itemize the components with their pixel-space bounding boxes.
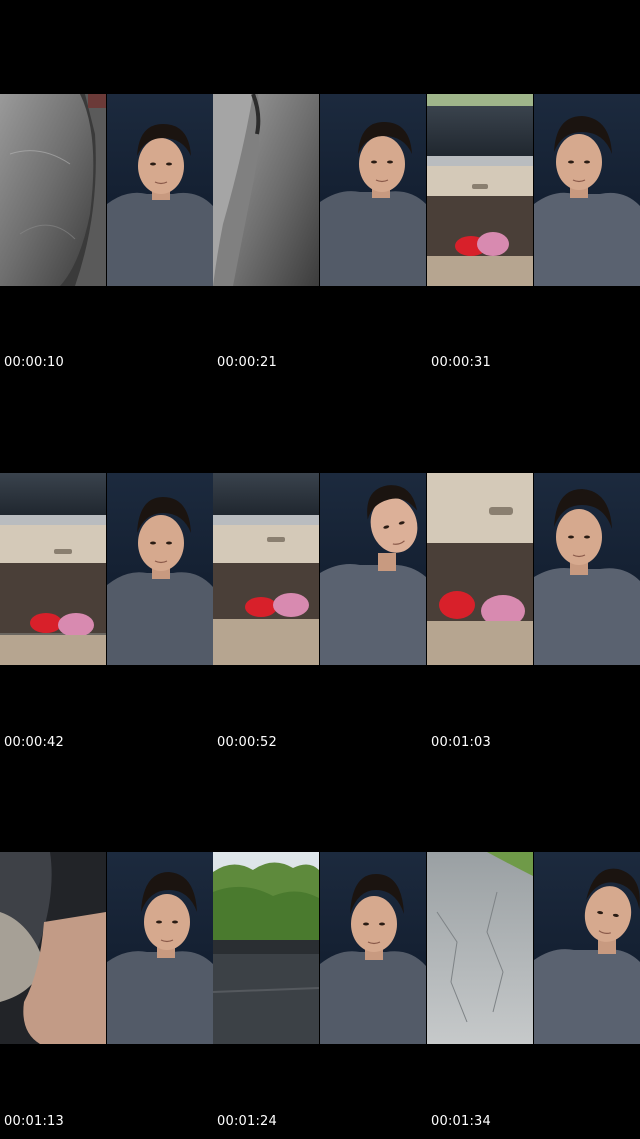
video-frame-pavement[interactable]: [427, 852, 533, 1044]
video-frame-portrait[interactable]: [107, 852, 213, 1044]
portrait-image-tilted: [320, 473, 426, 665]
car-dashboard-image: [213, 473, 319, 665]
car-dashboard-image: [427, 473, 533, 665]
video-frame-dashboard[interactable]: [427, 473, 533, 665]
pavement-image: [427, 852, 533, 1044]
video-frame-portrait[interactable]: [534, 852, 640, 1044]
video-frame-portrait[interactable]: [534, 94, 640, 286]
video-frame-portrait[interactable]: [107, 473, 213, 665]
video-frame-interior[interactable]: [0, 852, 106, 1044]
fabric-closeup-image: [0, 94, 106, 286]
timestamp-label: 00:00:10: [4, 355, 64, 370]
video-frame-portrait[interactable]: [320, 94, 426, 286]
timestamp-label: 00:01:34: [431, 1114, 491, 1129]
car-interior-blur-image: [0, 852, 106, 1044]
portrait-image: [107, 94, 213, 286]
video-frame-dashboard[interactable]: [427, 94, 533, 286]
timestamp-label: 00:01:13: [4, 1114, 64, 1129]
portrait-image: [534, 852, 640, 1044]
video-frame-trees[interactable]: [213, 852, 319, 1044]
portrait-image: [320, 852, 426, 1044]
video-frame-dashboard[interactable]: [213, 473, 319, 665]
video-frame-dashboard[interactable]: [0, 473, 106, 665]
thumbnail-row: [0, 94, 640, 286]
video-frame-portrait[interactable]: [107, 94, 213, 286]
thumbnail-row: [0, 852, 640, 1044]
thumbnail-row: [0, 473, 640, 665]
timestamp-label: 00:01:24: [217, 1114, 277, 1129]
portrait-image: [534, 94, 640, 286]
video-frame-portrait[interactable]: [320, 473, 426, 665]
portrait-image: [320, 94, 426, 286]
timestamp-label: 00:00:31: [431, 355, 491, 370]
portrait-image: [107, 473, 213, 665]
video-frame-portrait[interactable]: [534, 473, 640, 665]
car-dashboard-image: [0, 473, 106, 665]
timestamp-label: 00:00:21: [217, 355, 277, 370]
timestamp-label: 00:01:03: [431, 735, 491, 750]
video-frame-fabric[interactable]: [213, 94, 319, 286]
trees-windshield-image: [213, 852, 319, 1044]
fabric-closeup-image: [213, 94, 319, 286]
timestamp-label: 00:00:42: [4, 735, 64, 750]
portrait-image: [107, 852, 213, 1044]
contact-sheet: 00:00:10 00:00:21 00:00:31 00:00:42 00:0…: [0, 0, 640, 1139]
car-dashboard-image: [427, 94, 533, 286]
video-frame-fabric[interactable]: [0, 94, 106, 286]
portrait-image: [534, 473, 640, 665]
timestamp-label: 00:00:52: [217, 735, 277, 750]
video-frame-portrait[interactable]: [320, 852, 426, 1044]
